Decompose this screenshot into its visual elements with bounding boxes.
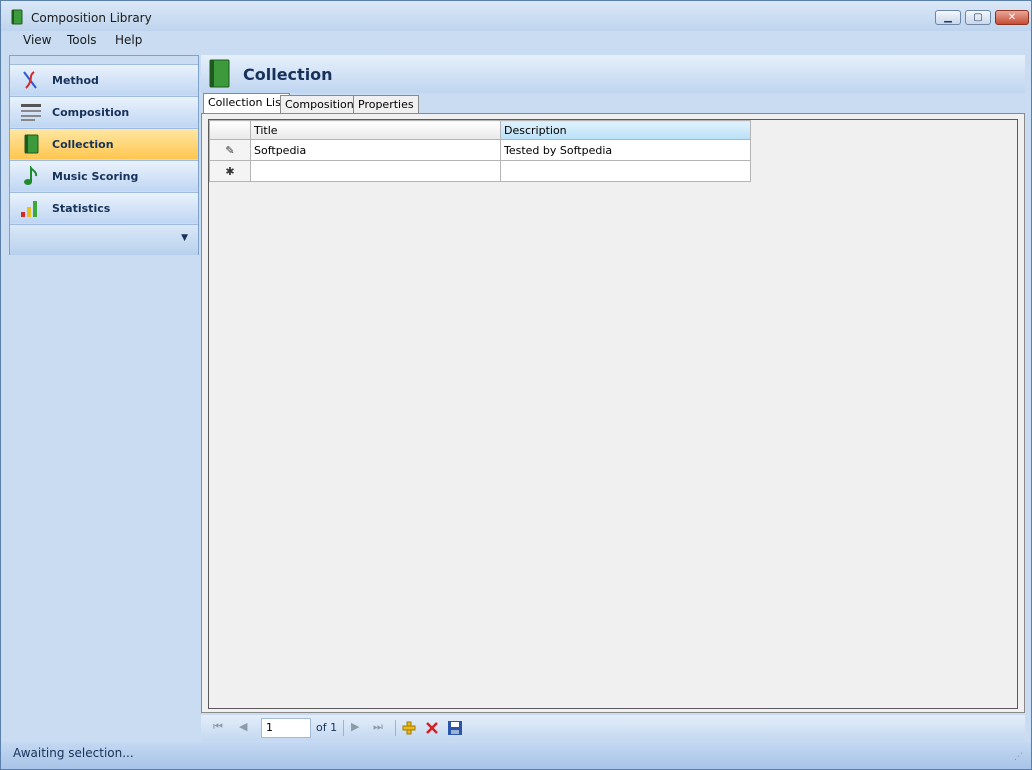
cell-title[interactable]: Softpedia: [250, 139, 501, 161]
sidebar-item-method[interactable]: Method: [10, 64, 198, 95]
column-header-title[interactable]: Title: [250, 120, 501, 140]
data-grid: Title Description ✎ Softpedia Tested by …: [208, 119, 1018, 709]
tab-properties[interactable]: Properties: [353, 95, 419, 113]
menu-bar: View Tools Help: [1, 31, 1031, 51]
status-text: Awaiting selection...: [13, 746, 134, 760]
app-window: Composition Library ▁ ▢ ✕ View Tools Hel…: [0, 0, 1032, 770]
music-note-icon: [24, 166, 38, 185]
last-record-icon[interactable]: ⏭: [373, 720, 383, 734]
page-count-label: of 1: [316, 721, 338, 734]
add-record-icon[interactable]: [401, 720, 417, 736]
method-icon: [23, 71, 37, 89]
sidebar-item-label: Music Scoring: [52, 170, 139, 183]
sidebar-item-label: Statistics: [52, 202, 111, 215]
page-number-input[interactable]: 1: [261, 718, 311, 738]
separator: [343, 720, 344, 736]
window-title: Composition Library: [31, 11, 152, 25]
sidebar-item-statistics[interactable]: Statistics: [10, 192, 198, 223]
book-icon: [24, 134, 39, 154]
composition-icon: [21, 104, 41, 121]
previous-record-icon[interactable]: ◀: [239, 720, 247, 733]
table-header-row: Title Description: [209, 120, 751, 140]
page-header: Collection: [201, 55, 1025, 93]
collection-table: Title Description ✎ Softpedia Tested by …: [209, 120, 751, 182]
minimize-button[interactable]: ▁: [935, 10, 961, 25]
sidebar-item-collection[interactable]: Collection: [10, 128, 198, 159]
cell-description[interactable]: [500, 160, 751, 182]
sidebar-item-label: Collection: [52, 138, 114, 151]
first-record-icon[interactable]: ⏮: [213, 720, 223, 734]
sidebar-item-composition[interactable]: Composition: [10, 96, 198, 127]
table-row[interactable]: ✎ Softpedia Tested by Softpedia: [209, 139, 751, 161]
sidebar-footer: ▼: [10, 224, 198, 255]
title-bar: Composition Library ▁ ▢ ✕: [1, 1, 1031, 31]
record-navigator: ⏮ ◀ 1 of 1 ▶ ⏭: [201, 715, 1025, 741]
next-record-icon[interactable]: ▶: [351, 720, 359, 733]
menu-help[interactable]: Help: [115, 33, 142, 47]
book-icon: [209, 59, 230, 88]
cell-title[interactable]: [250, 160, 501, 182]
chevron-down-icon[interactable]: ▼: [181, 233, 188, 243]
bar-chart-icon: [21, 201, 37, 217]
tab-collection-list[interactable]: Collection List: [203, 93, 291, 113]
column-header-description[interactable]: Description: [500, 120, 751, 140]
menu-view[interactable]: View: [23, 33, 51, 47]
resize-grip-icon[interactable]: ⋰: [1014, 752, 1023, 762]
grid-corner[interactable]: [209, 120, 251, 140]
close-button[interactable]: ✕: [995, 10, 1029, 25]
save-icon[interactable]: [447, 720, 463, 736]
row-edit-indicator[interactable]: ✎: [209, 139, 251, 161]
page-title: Collection: [243, 65, 333, 84]
maximize-button[interactable]: ▢: [965, 10, 991, 25]
separator: [395, 720, 396, 736]
new-row-indicator[interactable]: ✱: [209, 160, 251, 182]
table-row-new[interactable]: ✱: [209, 160, 751, 182]
cell-description[interactable]: Tested by Softpedia: [500, 139, 751, 161]
sidebar-item-label: Composition: [52, 106, 130, 119]
tab-compositions[interactable]: Compositions: [280, 95, 365, 113]
sidebar-item-music-scoring[interactable]: Music Scoring: [10, 160, 198, 191]
delete-record-icon[interactable]: [424, 720, 440, 736]
book-icon: [11, 9, 23, 25]
menu-tools[interactable]: Tools: [67, 33, 97, 47]
status-bar: Awaiting selection... ⋰: [1, 742, 1031, 769]
collection-list-panel: Title Description ✎ Softpedia Tested by …: [201, 113, 1025, 713]
navigation-sidebar: Method Composition Collection Music Scor…: [9, 55, 199, 255]
sidebar-item-label: Method: [52, 74, 99, 87]
